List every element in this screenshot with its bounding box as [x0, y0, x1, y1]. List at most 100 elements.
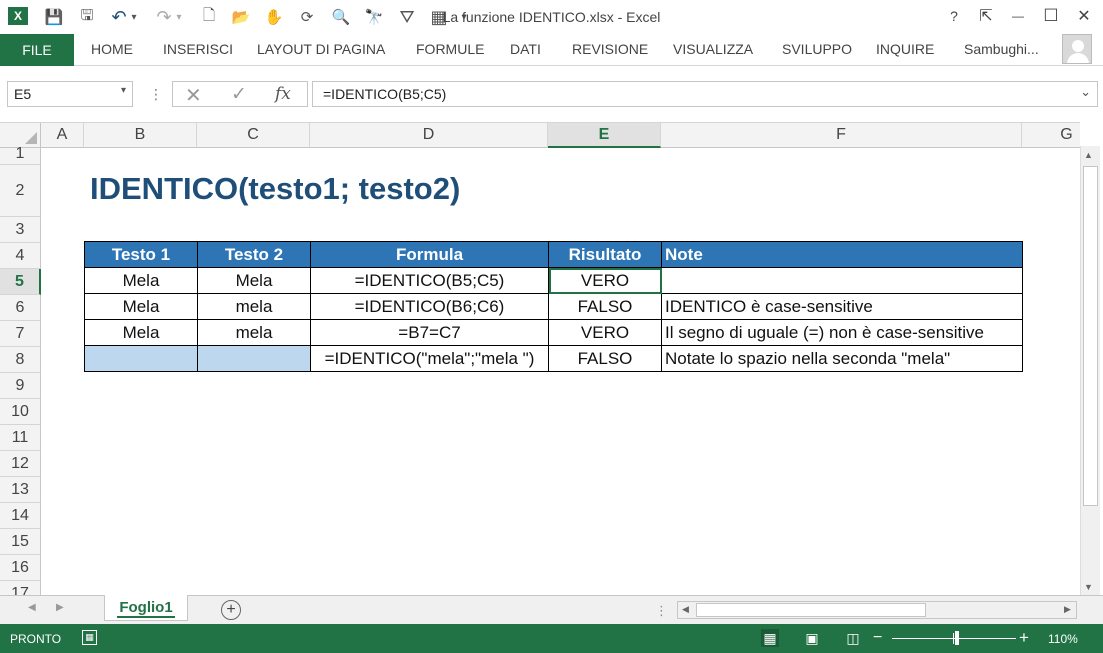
- print-preview-icon[interactable]: 🔍: [331, 7, 351, 27]
- header-formula[interactable]: Formula: [310, 241, 549, 268]
- zoom-in-icon[interactable]: +: [1019, 628, 1029, 648]
- cell-c5[interactable]: Mela: [197, 267, 311, 294]
- maximize-button[interactable]: ☐: [1037, 5, 1065, 27]
- vertical-scrollbar[interactable]: ▲ ▼: [1080, 146, 1100, 595]
- cell-e6[interactable]: FALSO: [548, 293, 662, 320]
- cell-e8[interactable]: FALSO: [548, 345, 662, 372]
- enter-icon[interactable]: ✓: [231, 83, 247, 106]
- redo-icon[interactable]: ↷: [154, 7, 174, 27]
- row-header-6[interactable]: 6: [0, 295, 41, 321]
- formula-bar-resize-handle[interactable]: ⋮: [149, 86, 163, 103]
- save-icon[interactable]: 💾: [44, 7, 64, 27]
- filter-icon[interactable]: ⛛: [397, 7, 417, 27]
- tab-layout-di-pagina[interactable]: LAYOUT DI PAGINA: [257, 41, 385, 57]
- cell-e5-selected[interactable]: VERO: [548, 267, 662, 294]
- tab-inserisci[interactable]: INSERISCI: [163, 41, 233, 57]
- customize-qat-icon[interactable]: ▾: [457, 7, 471, 27]
- tab-split-handle[interactable]: ⋮: [655, 603, 668, 619]
- header-testo-2[interactable]: Testo 2: [197, 241, 311, 268]
- sheet-tab-foglio1[interactable]: Foglio1: [104, 595, 188, 621]
- tab-dati[interactable]: DATI: [510, 41, 541, 57]
- row-header-16[interactable]: 16: [0, 555, 41, 581]
- row-header-8[interactable]: 8: [0, 347, 41, 373]
- row-header-10[interactable]: 10: [0, 399, 41, 425]
- cell-b8[interactable]: [84, 345, 198, 372]
- cell-b6[interactable]: Mela: [84, 293, 198, 320]
- row-header-5[interactable]: 5: [0, 269, 41, 295]
- tab-inquire[interactable]: INQUIRE: [876, 41, 934, 57]
- help-button[interactable]: ?: [940, 5, 968, 27]
- row-header-3[interactable]: 3: [0, 217, 41, 243]
- macro-record-icon[interactable]: ▦: [82, 630, 97, 645]
- expand-formula-bar-icon[interactable]: ⌄: [1080, 84, 1091, 100]
- minimize-button[interactable]: —: [1004, 5, 1032, 27]
- tab-revisione[interactable]: REVISIONE: [572, 41, 648, 57]
- vertical-scroll-thumb[interactable]: [1083, 166, 1098, 506]
- name-box[interactable]: E5 ▾: [7, 81, 133, 107]
- scroll-down-icon[interactable]: ▼: [1084, 582, 1093, 592]
- cell-d7[interactable]: =B7=C7: [310, 319, 549, 346]
- cell-e7[interactable]: VERO: [548, 319, 662, 346]
- column-header-c[interactable]: C: [197, 123, 310, 148]
- save-as-icon[interactable]: 🖫: [77, 7, 97, 27]
- column-header-e[interactable]: E: [548, 123, 661, 148]
- scroll-right-icon[interactable]: ▶: [1064, 604, 1071, 615]
- cell-f6[interactable]: IDENTICO è case-sensitive: [661, 293, 1023, 320]
- column-header-a[interactable]: A: [41, 123, 84, 148]
- formula-input[interactable]: =IDENTICO(B5;C5) ⌄: [312, 81, 1098, 107]
- row-header-13[interactable]: 13: [0, 477, 41, 503]
- ribbon-display-button[interactable]: ⇱: [972, 5, 1000, 27]
- cell-d6[interactable]: =IDENTICO(B6;C6): [310, 293, 549, 320]
- scroll-up-icon[interactable]: ▲: [1084, 150, 1093, 160]
- horizontal-scroll-thumb[interactable]: [696, 603, 926, 617]
- row-header-2[interactable]: 2: [0, 165, 41, 217]
- undo-dropdown-icon[interactable]: ▾: [128, 7, 140, 27]
- close-button[interactable]: ✕: [1070, 5, 1098, 27]
- name-box-dropdown-icon[interactable]: ▾: [121, 85, 126, 96]
- cell-c7[interactable]: mela: [197, 319, 311, 346]
- worksheet-grid[interactable]: A B C D E F G 1 2 3 4 5 6 7 8 9 10 11 12…: [0, 122, 1080, 595]
- avatar[interactable]: [1062, 34, 1092, 64]
- row-header-11[interactable]: 11: [0, 425, 41, 451]
- redo-dropdown-icon[interactable]: ▾: [173, 7, 185, 27]
- sheet-title[interactable]: IDENTICO(testo1; testo2): [90, 171, 460, 207]
- column-header-f[interactable]: F: [661, 123, 1022, 148]
- zoom-out-icon[interactable]: −: [873, 629, 882, 647]
- row-header-4[interactable]: 4: [0, 243, 41, 269]
- page-layout-view-icon[interactable]: ▣: [803, 629, 821, 647]
- tab-formule[interactable]: FORMULE: [416, 41, 484, 57]
- undo-icon[interactable]: ↶: [109, 7, 129, 27]
- header-risultato[interactable]: Risultato: [548, 241, 662, 268]
- cell-b5[interactable]: Mela: [84, 267, 198, 294]
- cell-d8[interactable]: =IDENTICO("mela";"mela "): [310, 345, 549, 372]
- scroll-left-icon[interactable]: ◀: [682, 604, 689, 615]
- find-icon[interactable]: 🔭: [364, 7, 384, 27]
- tab-sviluppo[interactable]: SVILUPPO: [782, 41, 852, 57]
- normal-view-icon[interactable]: ▦: [761, 629, 779, 647]
- tab-file[interactable]: FILE: [0, 34, 74, 66]
- cell-f5[interactable]: [661, 267, 1023, 294]
- horizontal-scrollbar[interactable]: ◀ ▶: [677, 601, 1077, 619]
- row-header-9[interactable]: 9: [0, 373, 41, 399]
- cell-d5[interactable]: =IDENTICO(B5;C5): [310, 267, 549, 294]
- zoom-level[interactable]: 110%: [1048, 632, 1078, 646]
- page-break-view-icon[interactable]: ◫: [844, 629, 862, 647]
- touch-mode-icon[interactable]: ✋: [264, 7, 284, 27]
- header-note[interactable]: Note: [661, 241, 1023, 268]
- column-header-g[interactable]: G: [1022, 123, 1080, 148]
- new-file-icon[interactable]: 🗋: [199, 7, 219, 27]
- excel-logo-icon[interactable]: X: [8, 7, 28, 25]
- row-header-14[interactable]: 14: [0, 503, 41, 529]
- sync-icon[interactable]: ⟳: [297, 7, 317, 27]
- form-icon[interactable]: ▦: [429, 7, 449, 27]
- user-name[interactable]: Sambughi...: [964, 41, 1039, 57]
- cell-f8[interactable]: Notate lo spazio nella seconda "mela": [661, 345, 1023, 372]
- zoom-slider-handle[interactable]: [955, 631, 959, 645]
- previous-sheet-icon[interactable]: ◀: [28, 602, 36, 613]
- cell-b7[interactable]: Mela: [84, 319, 198, 346]
- column-header-b[interactable]: B: [84, 123, 197, 148]
- zoom-slider[interactable]: [892, 638, 1016, 639]
- row-header-1[interactable]: 1: [0, 146, 41, 165]
- open-folder-icon[interactable]: 📂: [231, 7, 251, 27]
- column-header-d[interactable]: D: [310, 123, 548, 148]
